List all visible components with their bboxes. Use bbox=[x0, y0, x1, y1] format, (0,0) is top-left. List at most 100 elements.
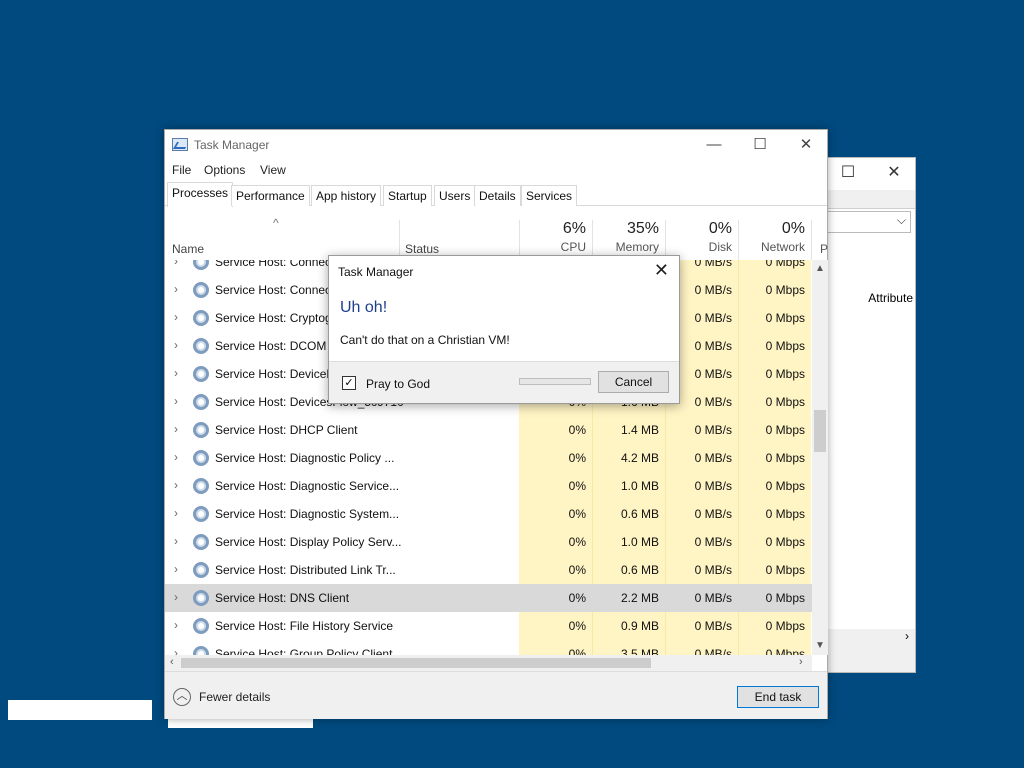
network-value: 0 Mbps bbox=[765, 563, 805, 577]
tab-app-history[interactable]: App history bbox=[311, 185, 382, 206]
cpu-value: 0% bbox=[568, 423, 586, 437]
network-value: 0 Mbps bbox=[765, 619, 805, 633]
chevron-right-icon[interactable]: › bbox=[174, 562, 178, 576]
menu-options[interactable]: Options bbox=[204, 163, 245, 177]
table-row[interactable]: › Service Host: Diagnostic Service... 0% 1.… bbox=[165, 472, 812, 500]
gear-icon bbox=[193, 282, 209, 298]
chevron-up-circle-icon[interactable]: ︿ bbox=[173, 688, 191, 706]
cpu-label: CPU bbox=[560, 240, 586, 254]
horizontal-scroll-thumb[interactable] bbox=[181, 658, 651, 668]
column-header-status[interactable]: Status bbox=[405, 242, 439, 256]
memory-value: 0.6 MB bbox=[620, 507, 659, 521]
column-header-network[interactable]: 0% Network bbox=[740, 220, 805, 254]
close-icon[interactable]: ✕ bbox=[654, 260, 669, 281]
pray-checkbox-label[interactable]: Pray to God bbox=[366, 377, 430, 391]
chevron-right-icon[interactable]: › bbox=[174, 310, 178, 324]
network-total: 0% bbox=[781, 220, 805, 237]
close-icon[interactable]: ✕ bbox=[783, 130, 829, 160]
chevron-right-icon[interactable]: › bbox=[174, 590, 178, 604]
minimize-icon[interactable]: — bbox=[691, 130, 737, 160]
gear-icon bbox=[193, 394, 209, 410]
end-task-button[interactable]: End task bbox=[737, 686, 819, 708]
header-divider bbox=[665, 220, 666, 260]
scroll-down-icon[interactable]: ▼ bbox=[815, 640, 825, 651]
tab-strip: Processes Performance App history Startu… bbox=[165, 182, 827, 207]
disk-value: 0 MB/s bbox=[694, 423, 732, 437]
chevron-right-icon[interactable]: › bbox=[174, 260, 178, 268]
menu-view[interactable]: View bbox=[260, 163, 286, 177]
header-divider bbox=[811, 220, 812, 260]
network-value: 0 Mbps bbox=[765, 451, 805, 465]
dialog-footer: ✓ Pray to God Cancel bbox=[329, 361, 679, 403]
network-value: 0 Mbps bbox=[765, 260, 805, 269]
table-row[interactable]: › Service Host: Diagnostic Policy ... 0% 4.… bbox=[165, 444, 812, 472]
vertical-scrollbar[interactable]: ▲ ▼ bbox=[812, 260, 828, 655]
cpu-value: 0% bbox=[568, 535, 586, 549]
tab-performance[interactable]: Performance bbox=[231, 185, 310, 206]
tab-details[interactable]: Details bbox=[474, 185, 521, 206]
chevron-right-icon[interactable]: › bbox=[174, 534, 178, 548]
disk-value: 0 MB/s bbox=[694, 591, 732, 605]
memory-total: 35% bbox=[626, 220, 659, 237]
chevron-right-icon[interactable]: › bbox=[174, 338, 178, 352]
tab-services[interactable]: Services bbox=[521, 185, 578, 206]
table-row[interactable]: › Service Host: Distributed Link Tr... 0% 0… bbox=[165, 556, 812, 584]
dialog-title: Task Manager bbox=[338, 265, 414, 279]
gear-icon bbox=[193, 618, 209, 634]
maximize-icon[interactable]: ☐ bbox=[737, 130, 783, 160]
chevron-right-icon[interactable]: › bbox=[174, 506, 178, 520]
close-icon[interactable]: ✕ bbox=[871, 158, 917, 188]
memory-value: 0.9 MB bbox=[620, 619, 659, 633]
disk-value: 0 MB/s bbox=[694, 647, 732, 655]
chevron-right-icon[interactable]: › bbox=[174, 394, 178, 408]
table-row[interactable]: › Service Host: Diagnostic System... 0% 0.6… bbox=[165, 500, 812, 528]
chevron-right-icon[interactable]: › bbox=[174, 366, 178, 380]
network-value: 0 Mbps bbox=[765, 535, 805, 549]
horizontal-scrollbar[interactable]: ‹ › bbox=[165, 655, 812, 671]
tab-users[interactable]: Users bbox=[434, 185, 476, 206]
cpu-value: 0% bbox=[568, 647, 586, 655]
table-row[interactable]: › Service Host: Display Policy Serv... 0% 1… bbox=[165, 528, 812, 556]
chevron-right-icon[interactable]: › bbox=[174, 282, 178, 296]
menu-file[interactable]: File bbox=[172, 163, 191, 177]
chevron-right-icon[interactable]: › bbox=[174, 646, 178, 655]
chevron-right-icon[interactable]: › bbox=[174, 450, 178, 464]
scroll-right-icon[interactable]: › bbox=[905, 629, 909, 643]
cancel-button[interactable]: Cancel bbox=[598, 371, 669, 393]
fewer-details-link[interactable]: Fewer details bbox=[199, 690, 270, 704]
window-title: Task Manager bbox=[194, 138, 270, 152]
scroll-up-icon[interactable]: ▲ bbox=[815, 263, 825, 274]
chevron-right-icon[interactable]: › bbox=[174, 422, 178, 436]
header-divider bbox=[399, 220, 400, 260]
tab-startup[interactable]: Startup bbox=[383, 185, 432, 206]
chevron-right-icon[interactable]: › bbox=[174, 618, 178, 632]
table-row[interactable]: › Service Host: File History Service 0% 0.9… bbox=[165, 612, 812, 640]
disk-value: 0 MB/s bbox=[694, 535, 732, 549]
network-value: 0 Mbps bbox=[765, 423, 805, 437]
table-row[interactable]: › Service Host: DHCP Client 0% 1.4 MB 0 MB/s… bbox=[165, 416, 812, 444]
column-header-power[interactable]: P bbox=[820, 242, 828, 256]
column-header-disk[interactable]: 0% Disk bbox=[667, 220, 732, 254]
table-row[interactable]: › Service Host: DNS Client 0% 2.2 MB 0 MB/s 0… bbox=[165, 584, 812, 612]
cpu-value: 0% bbox=[568, 451, 586, 465]
chevron-right-icon[interactable]: › bbox=[174, 478, 178, 492]
network-label: Network bbox=[760, 240, 805, 254]
column-header-memory[interactable]: 35% Memory bbox=[594, 220, 659, 254]
vertical-scroll-thumb[interactable] bbox=[814, 410, 826, 452]
menu-bar: File Options View bbox=[165, 160, 827, 180]
column-header-name[interactable]: Name bbox=[172, 242, 204, 256]
maximize-icon[interactable]: ☐ bbox=[825, 158, 871, 188]
column-header-cpu[interactable]: 6% CPU bbox=[521, 220, 586, 254]
cpu-value: 0% bbox=[568, 479, 586, 493]
gear-icon bbox=[193, 366, 209, 382]
pray-checkbox[interactable]: ✓ bbox=[342, 376, 356, 390]
table-row[interactable]: › Service Host: Group Policy Client 0% 3.5 … bbox=[165, 640, 812, 655]
scroll-left-icon[interactable]: ‹ bbox=[170, 656, 174, 668]
process-name: Service Host: DHCP Client bbox=[215, 423, 358, 437]
memory-value: 1.0 MB bbox=[620, 479, 659, 493]
process-name: Service Host: Display Policy Serv... bbox=[215, 535, 402, 549]
scroll-right-icon[interactable]: › bbox=[799, 656, 803, 668]
gear-icon bbox=[193, 310, 209, 326]
process-name: Service Host: File History Service bbox=[215, 619, 394, 633]
tab-processes[interactable]: Processes bbox=[167, 182, 234, 207]
